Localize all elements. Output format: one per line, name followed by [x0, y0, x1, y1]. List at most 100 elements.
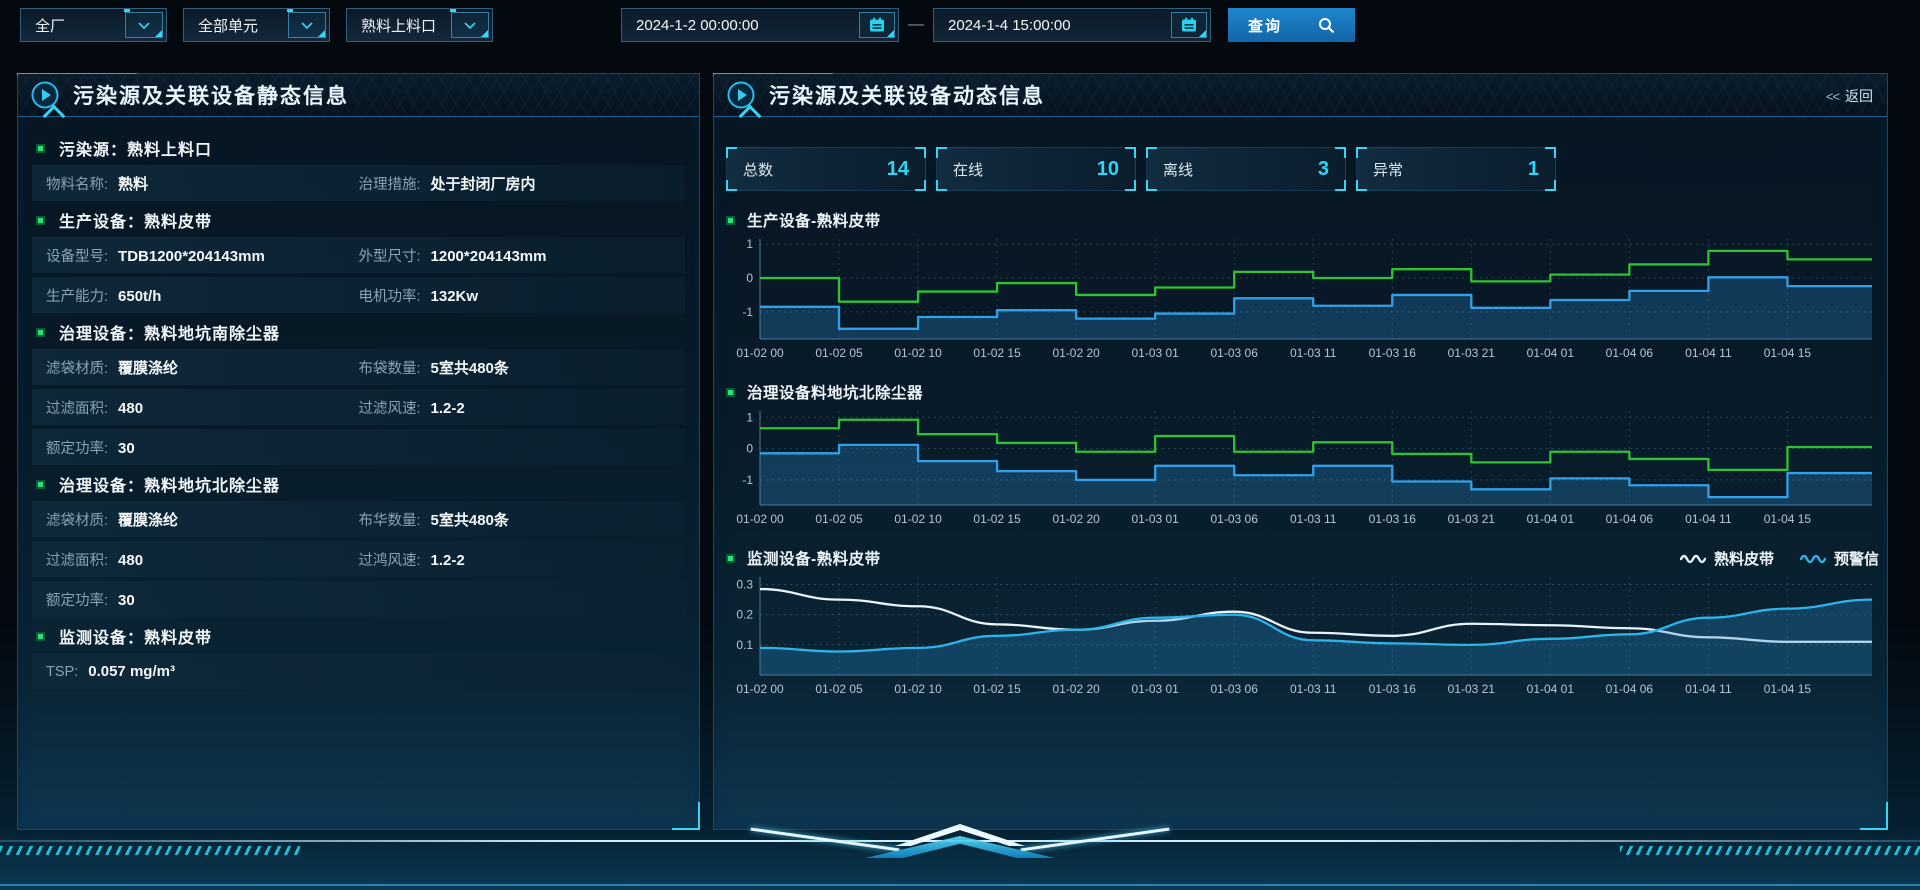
legend-item[interactable]: 熟料皮带 — [1680, 548, 1774, 569]
info-field: 外型尺寸: 1200*204143mm — [359, 245, 672, 266]
chart-plot: 0.30.20.101-02 0001-02 0501-02 1001-02 1… — [726, 571, 1879, 699]
calendar-icon[interactable] — [1171, 12, 1207, 38]
svg-text:01-02 05: 01-02 05 — [815, 682, 863, 696]
info-row: 设备型号:TDB1200*204143mm外型尺寸: 1200*204143mm — [32, 237, 685, 273]
chevron-down-icon[interactable] — [125, 12, 163, 38]
field-label: TSP: — [46, 664, 78, 680]
chevron-down-icon[interactable] — [451, 12, 489, 38]
field-label: 额定功率: — [46, 589, 108, 610]
date-to-input[interactable]: 2024-1-4 15:00:00 — [933, 8, 1211, 42]
chart-block: 监测设备-熟料皮带熟料皮带预警信0.30.20.101-02 0001-02 0… — [726, 545, 1879, 699]
static-info-panel: 污染源及关联设备静态信息 污染源：熟料上料口物料名称:熟料治理措施:处于封闭厂房… — [17, 73, 700, 830]
legend-label: 熟料皮带 — [1714, 548, 1774, 569]
field-value: 1200*204143mm — [431, 248, 547, 265]
info-row: 物料名称:熟料治理措施:处于封闭厂房内 — [32, 165, 685, 201]
svg-text:01-03 21: 01-03 21 — [1448, 682, 1496, 696]
svg-text:01-04 15: 01-04 15 — [1764, 346, 1812, 360]
stat-box: 离线3 — [1146, 147, 1346, 191]
field-value: 覆膜涤纶 — [118, 509, 178, 530]
svg-text:1: 1 — [746, 410, 753, 424]
svg-text:01-02 15: 01-02 15 — [973, 512, 1021, 526]
field-value: 5室共480条 — [431, 357, 509, 378]
svg-text:01-04 01: 01-04 01 — [1527, 682, 1575, 696]
field-value: 0.057 mg/m³ — [88, 663, 175, 680]
info-row: 滤袋材质:覆膜涤纶布华数量:5室共480条 — [32, 501, 685, 537]
stat-label: 在线 — [953, 159, 983, 180]
green-square-icon — [36, 216, 45, 225]
svg-text:01-04 06: 01-04 06 — [1606, 682, 1654, 696]
info-field: 滤袋材质:覆膜涤纶 — [46, 357, 359, 378]
svg-text:01-03 11: 01-03 11 — [1290, 512, 1337, 526]
search-button[interactable]: 查询 — [1228, 8, 1355, 42]
svg-text:01-02 10: 01-02 10 — [894, 512, 942, 526]
svg-text:-1: -1 — [742, 473, 753, 487]
svg-text:01-03 16: 01-03 16 — [1369, 346, 1417, 360]
field-label: 过鸿风速: — [359, 549, 421, 570]
green-square-icon — [36, 632, 45, 641]
chart-plot: 10-101-02 0001-02 0501-02 1001-02 1501-0… — [726, 405, 1879, 529]
info-field: 滤袋材质:覆膜涤纶 — [46, 509, 359, 530]
back-button[interactable]: << 返回 — [1826, 86, 1873, 106]
section-header: 治理设备：熟料地坑北除尘器 — [36, 469, 685, 499]
plant-select[interactable]: 全厂 — [20, 8, 167, 42]
chart-block: 生产设备-熟料皮带10-101-02 0001-02 0501-02 1001-… — [726, 207, 1879, 363]
back-button-label: 返回 — [1845, 86, 1873, 106]
info-row: 过滤面积:480过滤风速:1.2-2 — [32, 389, 685, 425]
svg-text:-1: -1 — [742, 305, 753, 319]
field-value: 650t/h — [118, 288, 161, 305]
field-label: 额定功率: — [46, 437, 108, 458]
info-field: 布袋数量: 5室共480条 — [359, 357, 672, 378]
field-label: 过滤面积: — [46, 397, 108, 418]
source-select[interactable]: 熟料上料口 — [346, 8, 493, 42]
section-header: 生产设备：熟料皮带 — [36, 205, 685, 235]
green-square-icon — [36, 480, 45, 489]
svg-text:01-04 11: 01-04 11 — [1685, 346, 1732, 360]
chevron-down-icon[interactable] — [288, 12, 326, 38]
svg-text:01-03 11: 01-03 11 — [1290, 682, 1337, 696]
svg-text:01-03 21: 01-03 21 — [1448, 512, 1496, 526]
field-label: 布华数量: — [359, 509, 421, 530]
charts-area: 生产设备-熟料皮带10-101-02 0001-02 0501-02 1001-… — [714, 207, 1887, 699]
svg-text:0: 0 — [746, 442, 753, 456]
svg-text:01-02 05: 01-02 05 — [815, 346, 863, 360]
calendar-icon[interactable] — [859, 12, 895, 38]
svg-text:01-03 01: 01-03 01 — [1131, 512, 1179, 526]
date-from-value: 2024-1-2 00:00:00 — [636, 17, 759, 34]
svg-text:01-04 01: 01-04 01 — [1527, 346, 1575, 360]
field-label: 过滤风速: — [359, 397, 421, 418]
svg-text:01-02 15: 01-02 15 — [973, 346, 1021, 360]
svg-text:01-03 06: 01-03 06 — [1211, 512, 1259, 526]
green-square-icon — [36, 144, 45, 153]
chart-legend: 熟料皮带 预警信 — [1680, 548, 1879, 569]
green-square-icon — [726, 216, 735, 225]
info-field: TSP: 0.057 mg/m³ — [46, 663, 671, 680]
field-label: 外型尺寸: — [359, 245, 421, 266]
field-value: 1.2-2 — [431, 552, 465, 569]
info-field: 过鸿风速: 1.2-2 — [359, 549, 672, 570]
stat-box: 在线10 — [936, 147, 1136, 191]
svg-text:1: 1 — [746, 237, 753, 251]
unit-select[interactable]: 全部单元 — [183, 8, 330, 42]
svg-text:01-02 00: 01-02 00 — [736, 512, 784, 526]
dynamic-info-header: 污染源及关联设备动态信息 << 返回 — [714, 74, 1887, 117]
svg-text:01-04 06: 01-04 06 — [1606, 512, 1654, 526]
stat-label: 离线 — [1163, 159, 1193, 180]
chart-title: 治理设备料地坑北除尘器 — [747, 381, 923, 403]
svg-text:01-02 20: 01-02 20 — [1052, 512, 1100, 526]
info-field: 设备型号:TDB1200*204143mm — [46, 245, 359, 266]
section-title: 监测设备：熟料皮带 — [59, 624, 212, 648]
date-range-dash: — — [899, 16, 933, 34]
toolbar: 全厂 全部单元 熟料上料口 2024-1-2 00:00:00 — 2 — [20, 8, 1900, 42]
svg-text:01-02 00: 01-02 00 — [736, 682, 784, 696]
stats-row: 总数14在线10离线3异常1 — [726, 147, 1887, 191]
legend-item[interactable]: 预警信 — [1800, 548, 1879, 569]
field-label: 布袋数量: — [359, 357, 421, 378]
field-value: 覆膜涤纶 — [118, 357, 178, 378]
info-field: 额定功率:30 — [46, 589, 671, 610]
date-to-value: 2024-1-4 15:00:00 — [948, 17, 1071, 34]
field-value: 熟料 — [118, 173, 148, 194]
svg-text:01-03 16: 01-03 16 — [1369, 682, 1417, 696]
section-title: 治理设备：熟料地坑南除尘器 — [59, 320, 280, 344]
static-info-list: 污染源：熟料上料口物料名称:熟料治理措施:处于封闭厂房内生产设备：熟料皮带设备型… — [18, 117, 699, 689]
date-from-input[interactable]: 2024-1-2 00:00:00 — [621, 8, 899, 42]
